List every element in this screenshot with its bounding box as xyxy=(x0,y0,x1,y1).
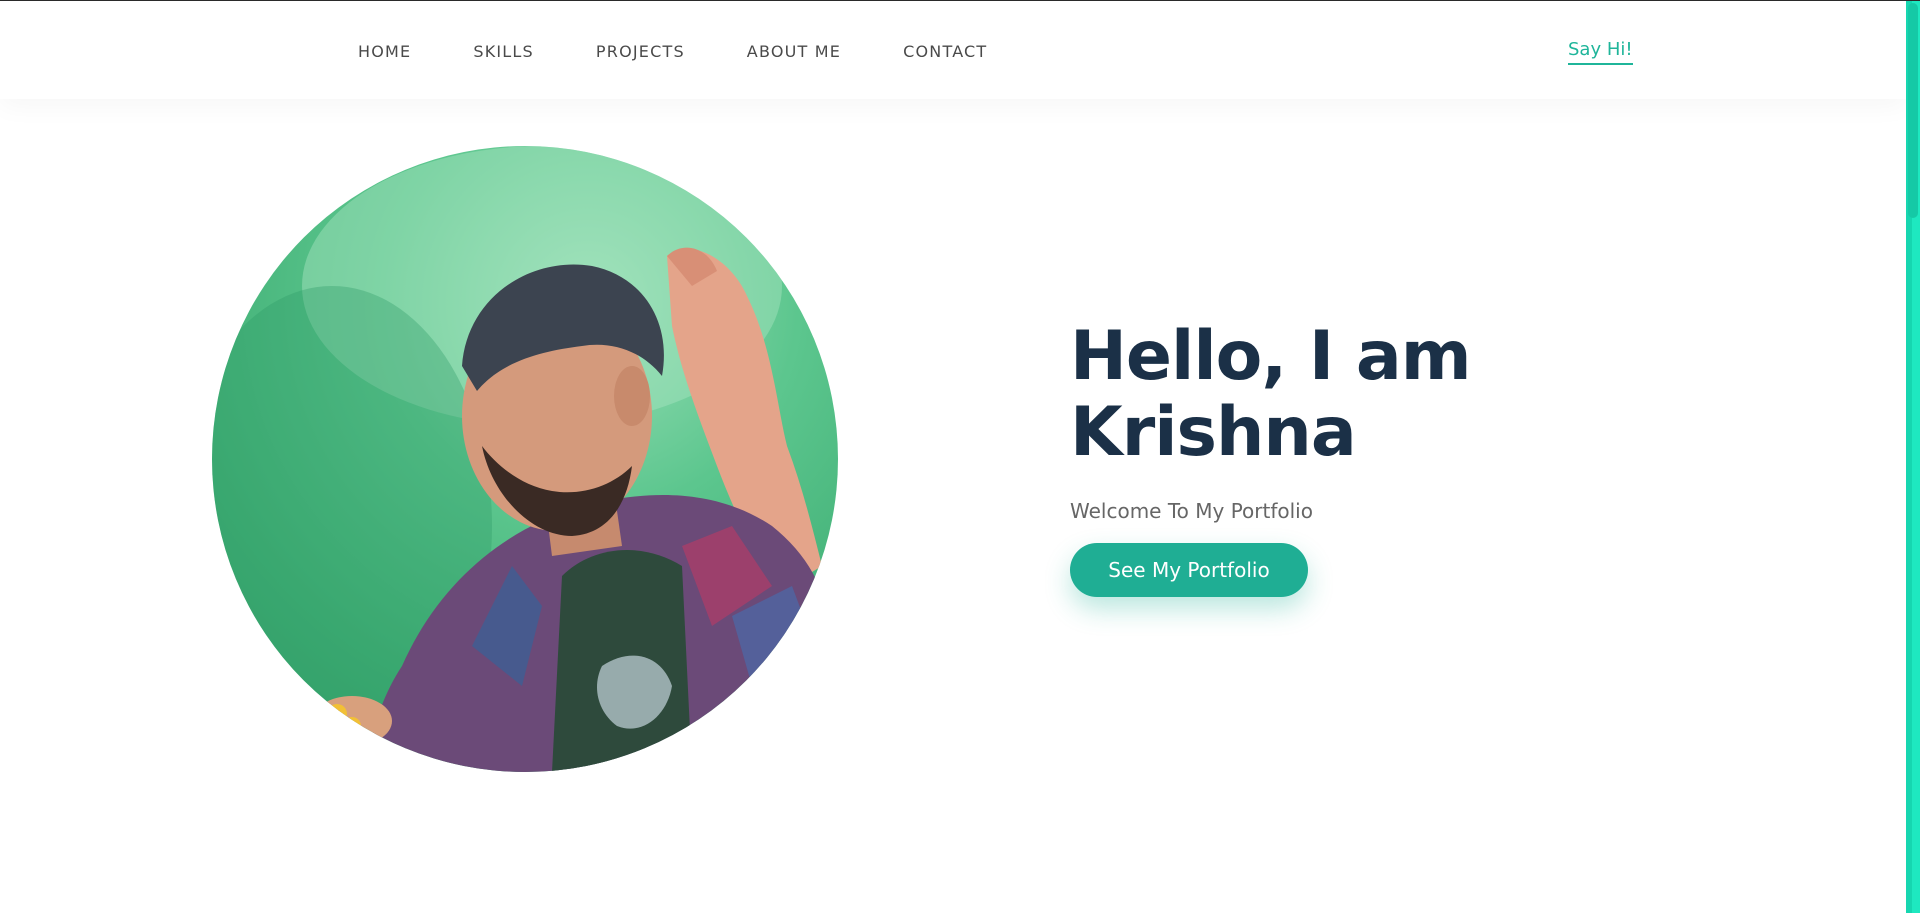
hero-text-block: Hello, I am Krishna Welcome To My Portfo… xyxy=(1070,319,1710,597)
nav-item-about-me[interactable]: ABOUT ME xyxy=(747,42,841,62)
nav-links: HOME SKILLS PROJECTS ABOUT ME CONTACT xyxy=(358,42,1049,62)
hero-subtitle: Welcome To My Portfolio xyxy=(1070,499,1313,523)
nav-item-contact[interactable]: CONTACT xyxy=(903,42,987,62)
nav-item-projects[interactable]: PROJECTS xyxy=(596,42,685,62)
hero-title: Hello, I am Krishna xyxy=(1070,319,1710,471)
profile-photo-icon xyxy=(212,146,838,772)
say-hi-link[interactable]: Say Hi! xyxy=(1568,39,1633,65)
hero-title-line1: Hello, I am xyxy=(1070,317,1472,396)
nav-item-home[interactable]: HOME xyxy=(358,42,411,62)
top-navbar: HOME SKILLS PROJECTS ABOUT ME CONTACT Sa… xyxy=(0,1,1906,99)
nav-item-skills[interactable]: SKILLS xyxy=(473,42,534,62)
page-scrollbar[interactable] xyxy=(1906,1,1920,913)
profile-photo-illustration xyxy=(212,146,838,772)
see-portfolio-button[interactable]: See My Portfolio xyxy=(1070,543,1308,597)
hero-title-line2: Krishna xyxy=(1070,393,1357,472)
portfolio-page: HOME SKILLS PROJECTS ABOUT ME CONTACT Sa… xyxy=(0,0,1920,913)
scrollbar-thumb[interactable] xyxy=(1908,3,1918,218)
